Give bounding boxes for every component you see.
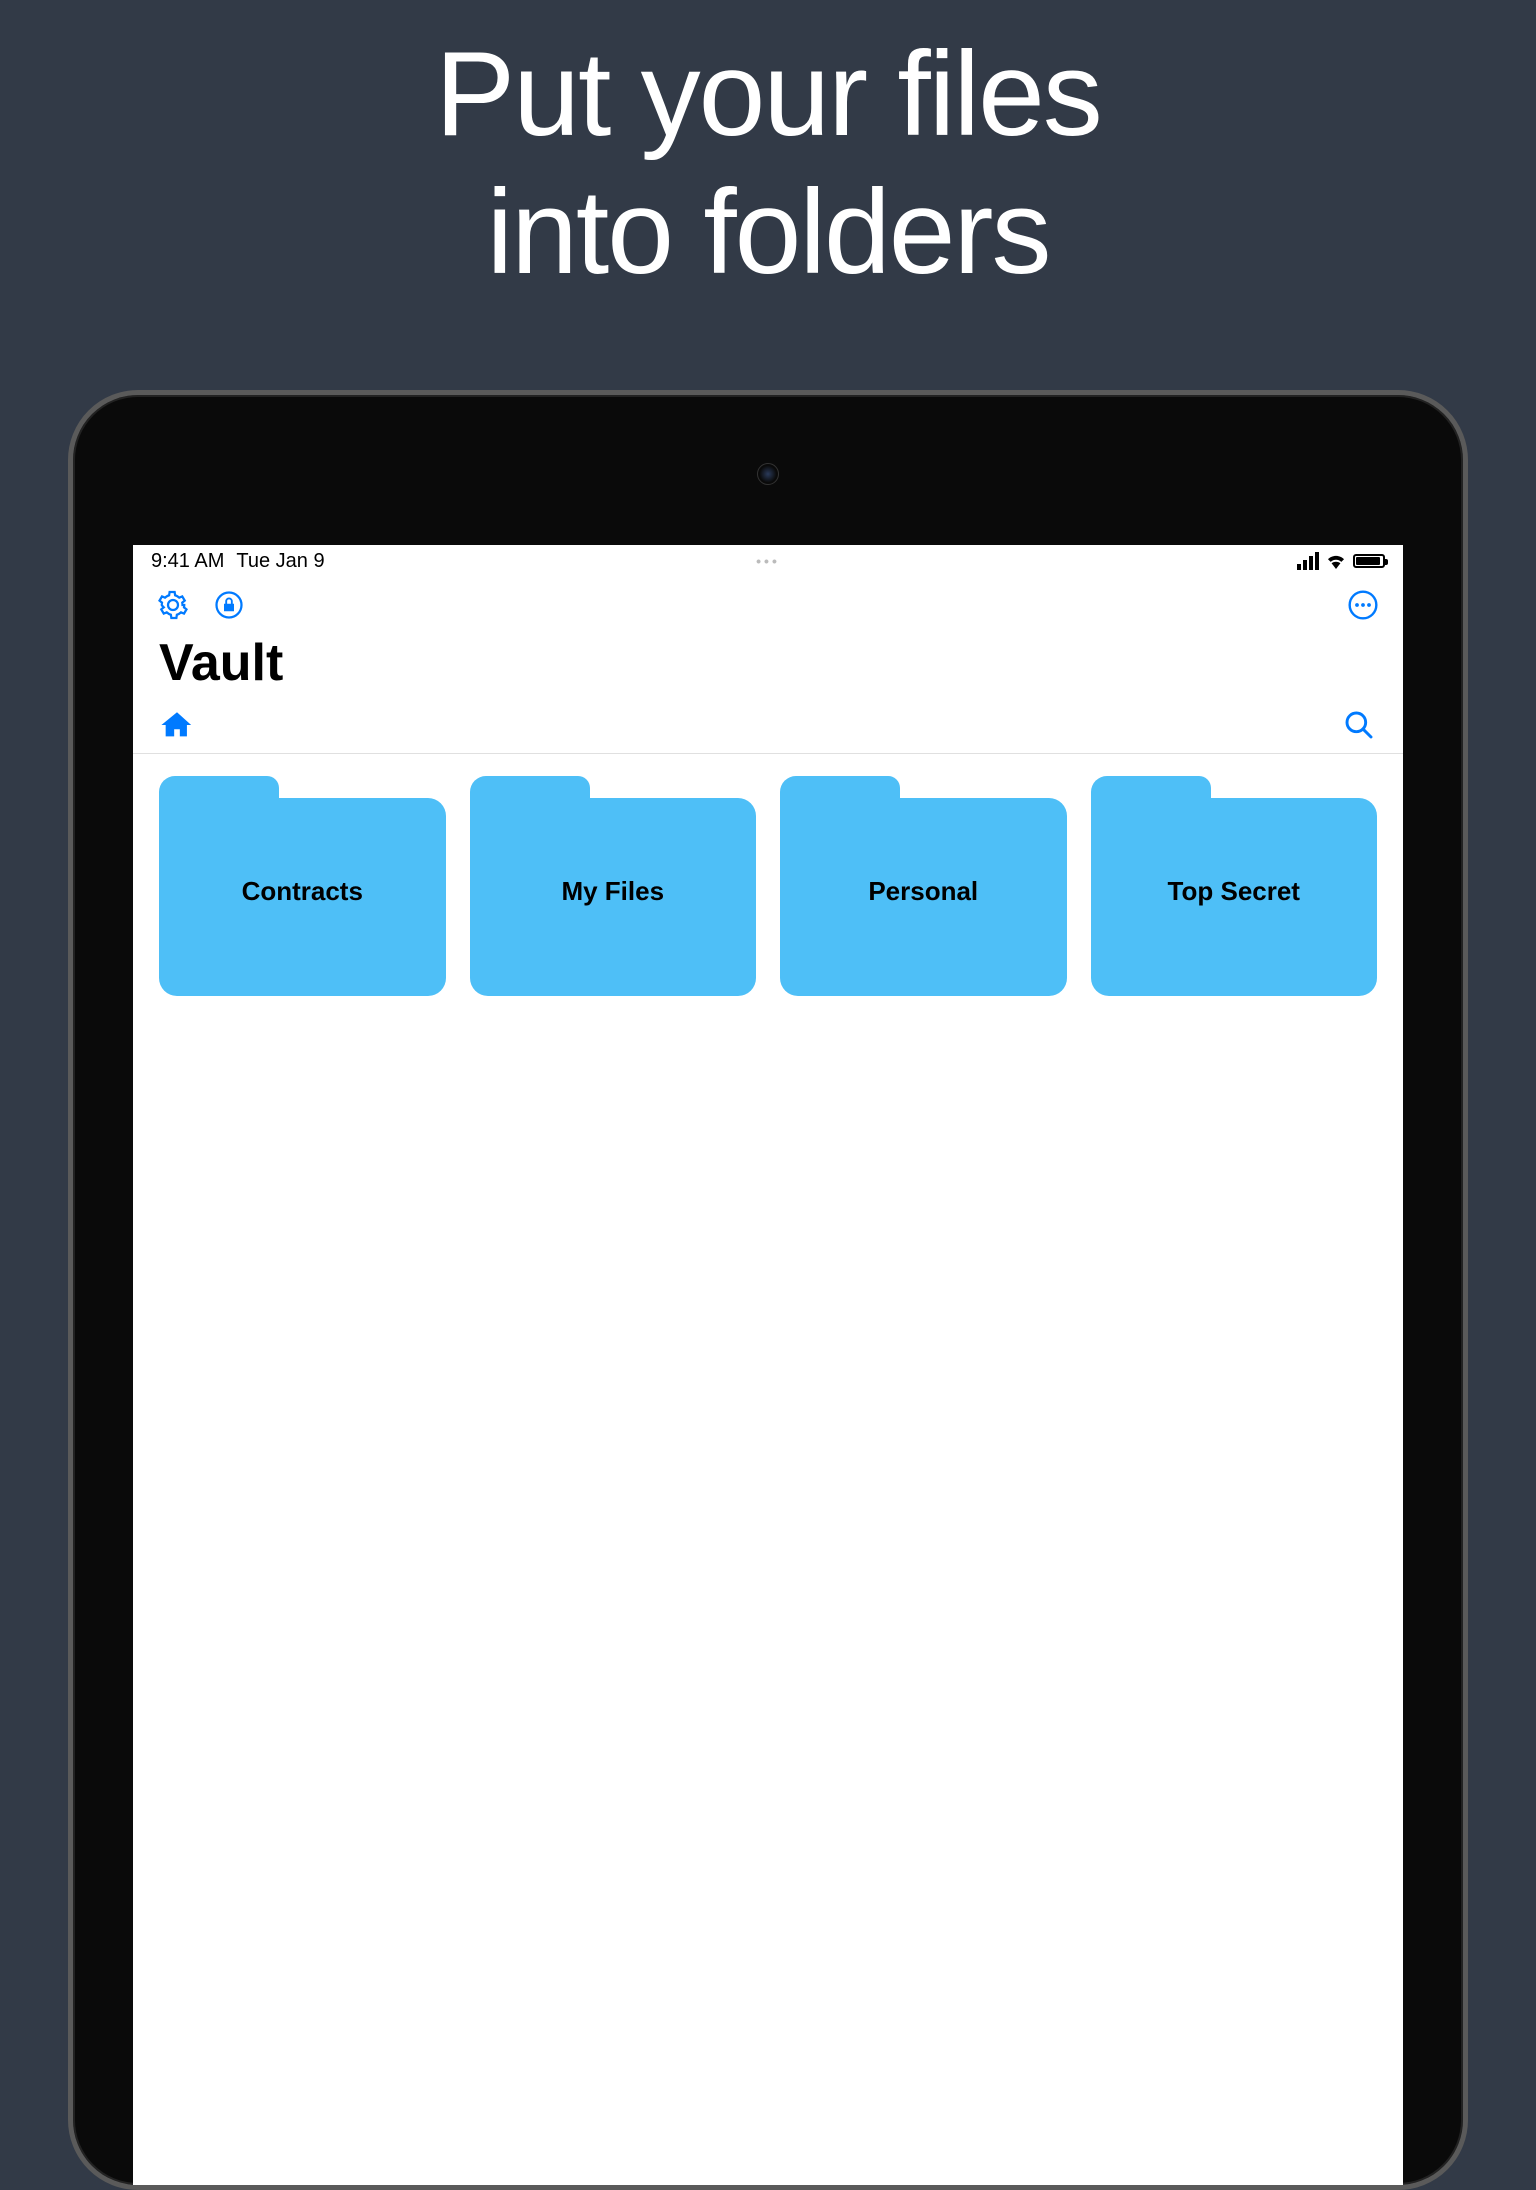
folder-my-files[interactable]: My Files [470, 776, 757, 996]
status-date: Tue Jan 9 [236, 550, 324, 573]
folder-grid: Contracts My Files Personal Top Secret [133, 754, 1403, 1018]
folder-top-secret[interactable]: Top Secret [1091, 776, 1378, 996]
more-icon [1347, 589, 1379, 621]
hero-line-1: Put your files [0, 25, 1536, 163]
toolbar [133, 577, 1403, 629]
wifi-icon [1325, 553, 1347, 569]
status-left: 9:41 AM Tue Jan 9 [151, 550, 325, 573]
folder-label: Personal [780, 776, 1067, 996]
home-icon [160, 708, 194, 742]
status-bar: 9:41 AM Tue Jan 9 ••• [133, 545, 1403, 577]
hero-text: Put your files into folders [0, 0, 1536, 301]
multitask-dots-icon: ••• [756, 553, 780, 569]
status-time: 9:41 AM [151, 550, 224, 573]
settings-button[interactable] [155, 587, 191, 623]
subbar [133, 707, 1403, 753]
search-button[interactable] [1341, 707, 1377, 743]
lock-icon [214, 590, 244, 620]
lock-button[interactable] [211, 587, 247, 623]
folder-label: My Files [470, 776, 757, 996]
hero-line-2: into folders [0, 163, 1536, 301]
page-title: Vault [133, 629, 1403, 707]
folder-label: Contracts [159, 776, 446, 996]
cellular-signal-icon [1297, 552, 1319, 570]
screen: 9:41 AM Tue Jan 9 ••• Vault [133, 545, 1403, 2185]
folder-personal[interactable]: Personal [780, 776, 1067, 996]
gear-icon [158, 590, 188, 620]
home-button[interactable] [159, 707, 195, 743]
battery-icon [1353, 554, 1385, 568]
tablet-frame: 9:41 AM Tue Jan 9 ••• Vault [68, 390, 1468, 2190]
more-button[interactable] [1345, 587, 1381, 623]
status-right [1297, 552, 1385, 570]
folder-contracts[interactable]: Contracts [159, 776, 446, 996]
search-icon [1343, 709, 1375, 741]
camera-icon [757, 463, 779, 485]
folder-label: Top Secret [1091, 776, 1378, 996]
